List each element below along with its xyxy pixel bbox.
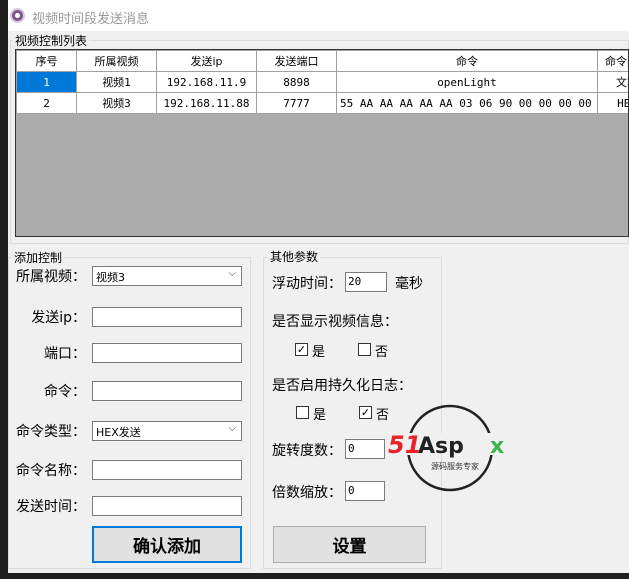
- list-group-label: 视频控制列表: [13, 32, 90, 49]
- cell-index[interactable]: 2: [16, 92, 77, 114]
- watermark-logo: 51 Asp x 源码服务专家: [386, 403, 511, 493]
- add-control-group: [8, 257, 251, 569]
- name-label: 命令名称：: [16, 463, 86, 479]
- rotate-label: 旋转度数：: [272, 443, 342, 459]
- table-row[interactable]: 2 视频3 192.168.11.88 7777 55 AA AA AA AA …: [16, 92, 628, 114]
- ip-input[interactable]: [92, 307, 242, 327]
- cell-command[interactable]: openLight: [336, 71, 598, 93]
- port-label: 端口：: [44, 346, 86, 362]
- show-info-yes-label: 是: [312, 345, 326, 360]
- scale-input[interactable]: 0: [345, 481, 385, 501]
- show-info-label: 是否显示视频信息：: [272, 314, 398, 330]
- cell-video[interactable]: 视频1: [76, 71, 157, 93]
- chevron-down-icon: ⌵: [228, 268, 236, 279]
- show-info-no-checkbox[interactable]: [358, 343, 371, 356]
- ip-label: 发送ip：: [31, 310, 86, 326]
- show-info-yes-checkbox[interactable]: ✓: [295, 343, 308, 356]
- cell-port[interactable]: 7777: [256, 92, 337, 114]
- type-select-value: HEX发送: [96, 426, 141, 439]
- cell-type[interactable]: 文本: [597, 71, 628, 93]
- persist-yes-checkbox[interactable]: [296, 406, 309, 419]
- bottom-edge: [0, 573, 629, 579]
- window-title: 视频时间段发送消息: [32, 12, 150, 27]
- svg-text:x: x: [490, 434, 504, 459]
- persist-no-checkbox[interactable]: ✓: [359, 406, 372, 419]
- control-grid[interactable]: 序号 所属视频 发送ip 发送端口 命令 命令类型 1 视频1 192.168.…: [15, 49, 629, 237]
- type-label: 命令类型：: [16, 424, 86, 440]
- col-header-ip[interactable]: 发送ip: [156, 50, 257, 72]
- time-label: 发送时间：: [16, 499, 86, 515]
- watermark-circle-icon: 51 Asp x 源码服务专家: [386, 404, 511, 492]
- persist-yes-label: 是: [313, 408, 327, 423]
- rotate-input[interactable]: 0: [345, 439, 385, 459]
- col-header-command[interactable]: 命令: [336, 50, 598, 72]
- persist-log-label: 是否启用持久化日志：: [272, 378, 412, 394]
- video-label: 所属视频：: [16, 269, 86, 285]
- command-label: 命令：: [44, 384, 86, 400]
- cell-ip[interactable]: 192.168.11.88: [156, 92, 257, 114]
- command-input[interactable]: [92, 381, 242, 401]
- video-select[interactable]: 视频3 ⌵: [92, 266, 242, 286]
- svg-text:51: 51: [388, 431, 421, 459]
- video-select-value: 视频3: [96, 271, 125, 284]
- port-input[interactable]: [92, 343, 242, 363]
- col-header-port[interactable]: 发送端口: [256, 50, 337, 72]
- svg-text:Asp: Asp: [418, 434, 464, 459]
- col-header-type[interactable]: 命令类型: [597, 50, 628, 72]
- col-header-index[interactable]: 序号: [16, 50, 77, 72]
- show-info-no-label: 否: [375, 345, 389, 360]
- app-icon: [10, 8, 25, 23]
- cell-ip[interactable]: 192.168.11.9: [156, 71, 257, 93]
- chevron-down-icon: ⌵: [228, 423, 236, 434]
- other-group-label: 其他参数: [268, 248, 321, 265]
- svg-text:源码服务专家: 源码服务专家: [431, 461, 479, 471]
- col-header-video[interactable]: 所属视频: [76, 50, 157, 72]
- cell-port[interactable]: 8898: [256, 71, 337, 93]
- left-edge: [0, 0, 8, 579]
- float-time-input[interactable]: 20: [345, 272, 387, 292]
- table-row[interactable]: 1 视频1 192.168.11.9 8898 openLight 文本: [16, 71, 628, 93]
- add-group-label: 添加控制: [12, 249, 65, 266]
- float-time-label: 浮动时间：: [272, 276, 342, 292]
- cell-index[interactable]: 1: [16, 71, 77, 93]
- confirm-add-button[interactable]: 确认添加: [92, 526, 242, 563]
- name-input[interactable]: [92, 460, 242, 480]
- scale-label: 倍数缩放：: [272, 485, 342, 501]
- cell-video[interactable]: 视频3: [76, 92, 157, 114]
- cell-type[interactable]: HEX: [597, 92, 628, 114]
- settings-button[interactable]: 设置: [273, 526, 426, 563]
- cell-command[interactable]: 55 AA AA AA AA AA 03 06 90 00 00 00 00 .…: [336, 92, 598, 114]
- float-time-unit: 毫秒: [395, 276, 423, 292]
- type-select[interactable]: HEX发送 ⌵: [92, 421, 242, 441]
- time-input[interactable]: [92, 496, 242, 516]
